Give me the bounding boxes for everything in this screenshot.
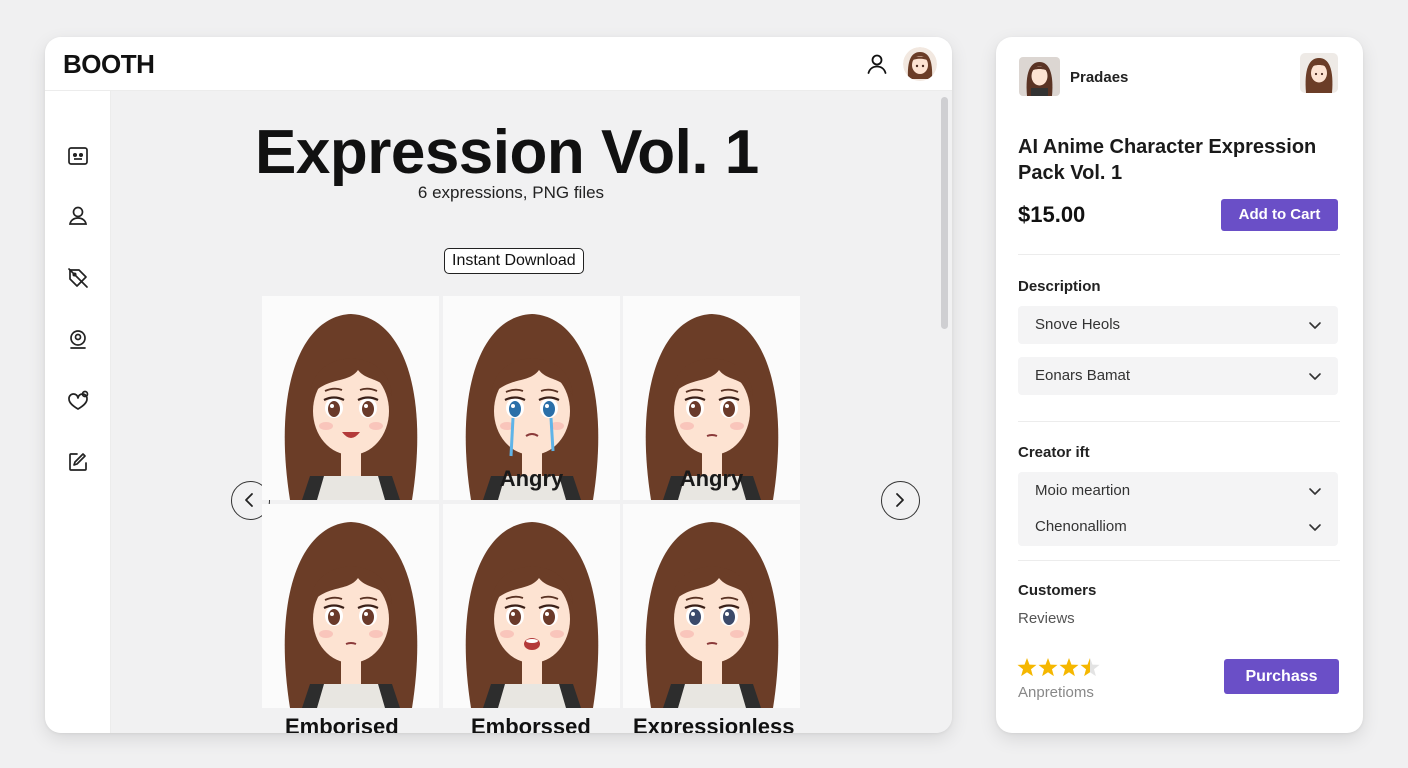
booth-logo[interactable]: BOOTH xyxy=(63,49,155,80)
expression-tile[interactable] xyxy=(623,504,800,708)
description-accordion-item[interactable]: Snove Heols xyxy=(1018,306,1338,344)
person-icon[interactable] xyxy=(65,203,91,229)
star-icon xyxy=(1017,658,1037,677)
accordion-label: Eonars Bamat xyxy=(1035,367,1131,384)
character-portrait xyxy=(262,504,439,708)
shop-icon[interactable] xyxy=(65,143,91,169)
top-bar: BOOTH xyxy=(45,37,952,91)
user-circle-icon[interactable] xyxy=(65,327,91,353)
seller-name[interactable]: Pradaes xyxy=(1070,69,1128,86)
expression-tile[interactable]: Angry xyxy=(623,296,800,500)
creator-accordion-item[interactable]: Moio meartion xyxy=(1018,472,1338,509)
expression-label: Emborssed xyxy=(471,714,591,733)
star-icon xyxy=(1080,658,1100,677)
accordion-label: Snove Heols xyxy=(1035,316,1121,333)
tile-caption: Angry xyxy=(679,466,744,491)
character-portrait xyxy=(262,296,439,500)
reviews-link[interactable]: Reviews xyxy=(1018,610,1075,627)
purchase-button[interactable]: Purchass xyxy=(1224,659,1339,694)
chevron-left-icon xyxy=(245,493,253,507)
subtitle: 6 expressions, PNG files xyxy=(417,183,605,202)
character-portrait xyxy=(443,504,620,708)
page-title: Expression Vol. 1 xyxy=(255,118,759,187)
product-title: AI Anime Character Expression Pack Vol. … xyxy=(1018,136,1317,184)
rating-caption: Anpretioms xyxy=(1018,684,1094,701)
creator-accordion-group: Moio meartion Chenonalliom xyxy=(1018,472,1338,546)
expression-label: Expressionless xyxy=(633,714,795,733)
preview-content: Expression Vol. 1 6 expressions, PNG fil… xyxy=(111,91,952,733)
user-icon[interactable] xyxy=(865,52,889,76)
product-detail-panel: Pradaes AI Anime Character Expression Pa… xyxy=(996,37,1363,733)
expression-label: Emborised xyxy=(285,714,399,733)
expression-tile[interactable] xyxy=(443,504,620,708)
tile-caption: Angry xyxy=(499,466,564,491)
avatar[interactable] xyxy=(1300,53,1338,93)
expression-tile[interactable] xyxy=(262,504,439,708)
instant-download-badge[interactable]: Instant Download xyxy=(444,248,584,274)
product-preview-window: BOOTH Expression Vol. 1 6 expressions, P… xyxy=(45,37,952,733)
expression-tile[interactable]: Angry xyxy=(443,296,620,500)
sidebar-nav xyxy=(45,91,111,733)
chevron-right-icon xyxy=(896,493,904,507)
chevron-down-icon xyxy=(1309,373,1321,380)
accordion-label: Moio meartion xyxy=(1035,482,1131,499)
expression-tile[interactable] xyxy=(262,296,439,500)
product-price: $15.00 xyxy=(1018,202,1086,227)
chevron-down-icon xyxy=(1309,488,1321,495)
divider xyxy=(1018,421,1340,422)
star-icon xyxy=(1038,658,1058,677)
expression-grid: Angry Angry xyxy=(262,296,802,708)
tag-off-icon[interactable] xyxy=(65,265,91,291)
star-rating xyxy=(1017,658,1100,677)
heart-chat-icon[interactable] xyxy=(65,388,91,414)
creator-heading: Creator ift xyxy=(1018,444,1090,461)
edit-square-icon[interactable] xyxy=(65,449,91,475)
creator-accordion-item[interactable]: Chenonalliom xyxy=(1018,509,1338,546)
divider xyxy=(1018,254,1340,255)
customers-heading: Customers xyxy=(1018,582,1097,599)
chevron-down-icon xyxy=(1309,524,1321,531)
scrollbar-thumb[interactable] xyxy=(941,97,948,329)
divider xyxy=(1018,560,1340,561)
description-accordion-item[interactable]: Eonars Bamat xyxy=(1018,357,1338,395)
next-arrow-button[interactable] xyxy=(881,481,920,520)
add-to-cart-button[interactable]: Add to Cart xyxy=(1221,199,1338,231)
star-icon xyxy=(1059,658,1079,677)
accordion-label: Chenonalliom xyxy=(1035,518,1127,535)
description-heading: Description xyxy=(1018,278,1101,295)
avatar[interactable] xyxy=(903,47,937,81)
character-portrait xyxy=(623,504,800,708)
seller-avatar[interactable] xyxy=(1019,57,1060,96)
chevron-down-icon xyxy=(1309,322,1321,329)
